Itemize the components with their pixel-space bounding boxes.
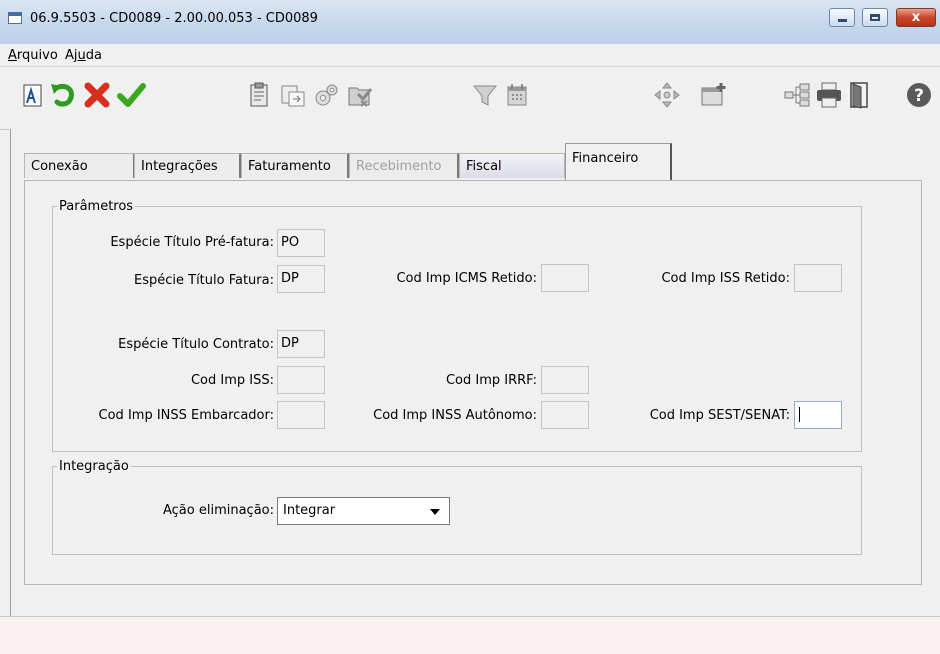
- parametros-legend: Parâmetros: [59, 199, 134, 214]
- acao-eliminacao-label: Ação eliminação:: [162, 503, 274, 518]
- text-format-button[interactable]: [18, 80, 48, 110]
- cod-iss-label: Cod Imp ISS:: [190, 373, 274, 388]
- acao-eliminacao-select[interactable]: Integrar: [277, 497, 450, 525]
- tab-financeiro-label: Financeiro: [572, 151, 639, 166]
- cod-iss-field[interactable]: [277, 366, 325, 394]
- tab-conexao-label: Conexão: [31, 159, 88, 174]
- cod-inss-embarcador-label: Cod Imp INSS Embarcador:: [98, 408, 274, 423]
- exit-door-icon: [850, 82, 868, 109]
- tab-financeiro[interactable]: Financeiro: [565, 143, 672, 180]
- help-button[interactable]: ?: [904, 80, 934, 110]
- new-window-icon: [701, 83, 726, 106]
- tree-icon: [784, 83, 810, 107]
- svg-text:?: ?: [914, 86, 924, 106]
- especie-pre-fatura-label: Espécie Título Pré-fatura:: [110, 235, 274, 250]
- application-window: 06.9.5503 - CD0089 - 2.00.00.053 - CD008…: [0, 0, 940, 654]
- minimize-icon: [838, 19, 847, 22]
- cod-inss-autonomo-field[interactable]: [541, 401, 589, 429]
- tree-button[interactable]: [782, 80, 812, 110]
- menu-ajuda[interactable]: Ajuda: [65, 48, 102, 63]
- acao-eliminacao-selected: Integrar: [283, 503, 336, 518]
- especie-pre-fatura-field[interactable]: PO: [277, 229, 325, 257]
- maximize-icon: [870, 14, 880, 21]
- cod-sest-senat-label: Cod Imp SEST/SENAT:: [649, 408, 790, 423]
- new-window-button[interactable]: [698, 80, 728, 110]
- minimize-button[interactable]: [829, 8, 855, 27]
- menu-ajuda-label-b: da: [85, 48, 102, 63]
- cod-irrf-field[interactable]: [541, 366, 589, 394]
- maximize-button[interactable]: [862, 8, 888, 27]
- help-icon: ?: [907, 83, 931, 107]
- tab-fiscal-label: Fiscal: [466, 159, 502, 174]
- menu-ajuda-label-a: Aj: [65, 48, 78, 63]
- cod-iss-retido-label: Cod Imp ISS Retido:: [661, 271, 790, 286]
- tab-conexao[interactable]: Conexão: [24, 153, 135, 178]
- clipboard-button[interactable]: [244, 80, 274, 110]
- especie-fatura-label: Espécie Título Fatura:: [134, 273, 274, 288]
- gears-button[interactable]: [311, 80, 341, 110]
- cod-sest-senat-field[interactable]: [794, 401, 842, 429]
- undo-button[interactable]: [48, 80, 78, 110]
- toolbar: ?: [0, 67, 940, 130]
- tab-integracoes-label: Integrações: [141, 159, 218, 174]
- copy-window-icon: [281, 85, 305, 107]
- title-bar: 06.9.5503 - CD0089 - 2.00.00.053 - CD008…: [0, 0, 940, 45]
- integracao-legend: Integração: [59, 459, 129, 474]
- close-button[interactable]: x: [896, 8, 936, 27]
- cod-iss-retido-field[interactable]: [794, 264, 842, 292]
- confirm-icon: [117, 83, 146, 107]
- calendar-icon: [507, 84, 527, 106]
- tab-strip: Conexão Integrações Faturamento Recebime…: [14, 139, 694, 181]
- clipboard-icon: [250, 82, 268, 107]
- document-check-button[interactable]: [344, 80, 374, 110]
- tab-recebimento[interactable]: Recebimento: [349, 153, 459, 178]
- filter-button[interactable]: [470, 80, 500, 110]
- calendar-button[interactable]: [502, 80, 532, 110]
- print-icon: [817, 82, 841, 108]
- filter-icon: [472, 85, 498, 106]
- cod-irrf-label: Cod Imp IRRF:: [445, 373, 537, 388]
- text-caret: [799, 407, 800, 422]
- cancel-icon: [84, 82, 110, 108]
- undo-icon: [51, 83, 74, 107]
- cod-icms-retido-field[interactable]: [541, 264, 589, 292]
- chevron-down-icon: [430, 509, 440, 515]
- text-format-icon: [23, 84, 42, 107]
- navigate-icon: [654, 82, 680, 108]
- app-icon: [8, 12, 22, 24]
- menu-bar: Arquivo Ajuda: [0, 44, 940, 67]
- tab-integracoes[interactable]: Integrações: [134, 153, 241, 178]
- menu-arquivo-accel: A: [8, 48, 17, 63]
- menu-arquivo-label: rquivo: [16, 48, 58, 63]
- navigate-button[interactable]: [652, 80, 682, 110]
- cancel-button[interactable]: [82, 80, 112, 110]
- especie-contrato-label: Espécie Título Contrato:: [118, 337, 274, 352]
- tab-faturamento[interactable]: Faturamento: [241, 153, 349, 178]
- exit-button[interactable]: [844, 80, 874, 110]
- tab-recebimento-label: Recebimento: [356, 159, 442, 174]
- cod-inss-autonomo-label: Cod Imp INSS Autônomo:: [373, 408, 537, 423]
- cod-inss-embarcador-field[interactable]: [277, 401, 325, 429]
- cod-icms-retido-label: Cod Imp ICMS Retido:: [396, 271, 537, 286]
- tab-fiscal[interactable]: Fiscal: [459, 153, 565, 178]
- tab-faturamento-label: Faturamento: [248, 159, 331, 174]
- especie-contrato-field[interactable]: DP: [277, 330, 325, 358]
- close-icon: x: [911, 10, 921, 25]
- document-check-icon: [348, 87, 373, 107]
- especie-fatura-field[interactable]: DP: [277, 265, 325, 293]
- menu-ajuda-accel: u: [77, 48, 86, 63]
- window-title: 06.9.5503 - CD0089 - 2.00.00.053 - CD008…: [30, 11, 318, 26]
- menu-arquivo[interactable]: Arquivo: [8, 48, 58, 63]
- gears-icon: [315, 84, 338, 106]
- print-button[interactable]: [814, 80, 844, 110]
- confirm-button[interactable]: [116, 80, 146, 110]
- status-bar: [0, 616, 940, 654]
- copy-window-button[interactable]: [278, 80, 308, 110]
